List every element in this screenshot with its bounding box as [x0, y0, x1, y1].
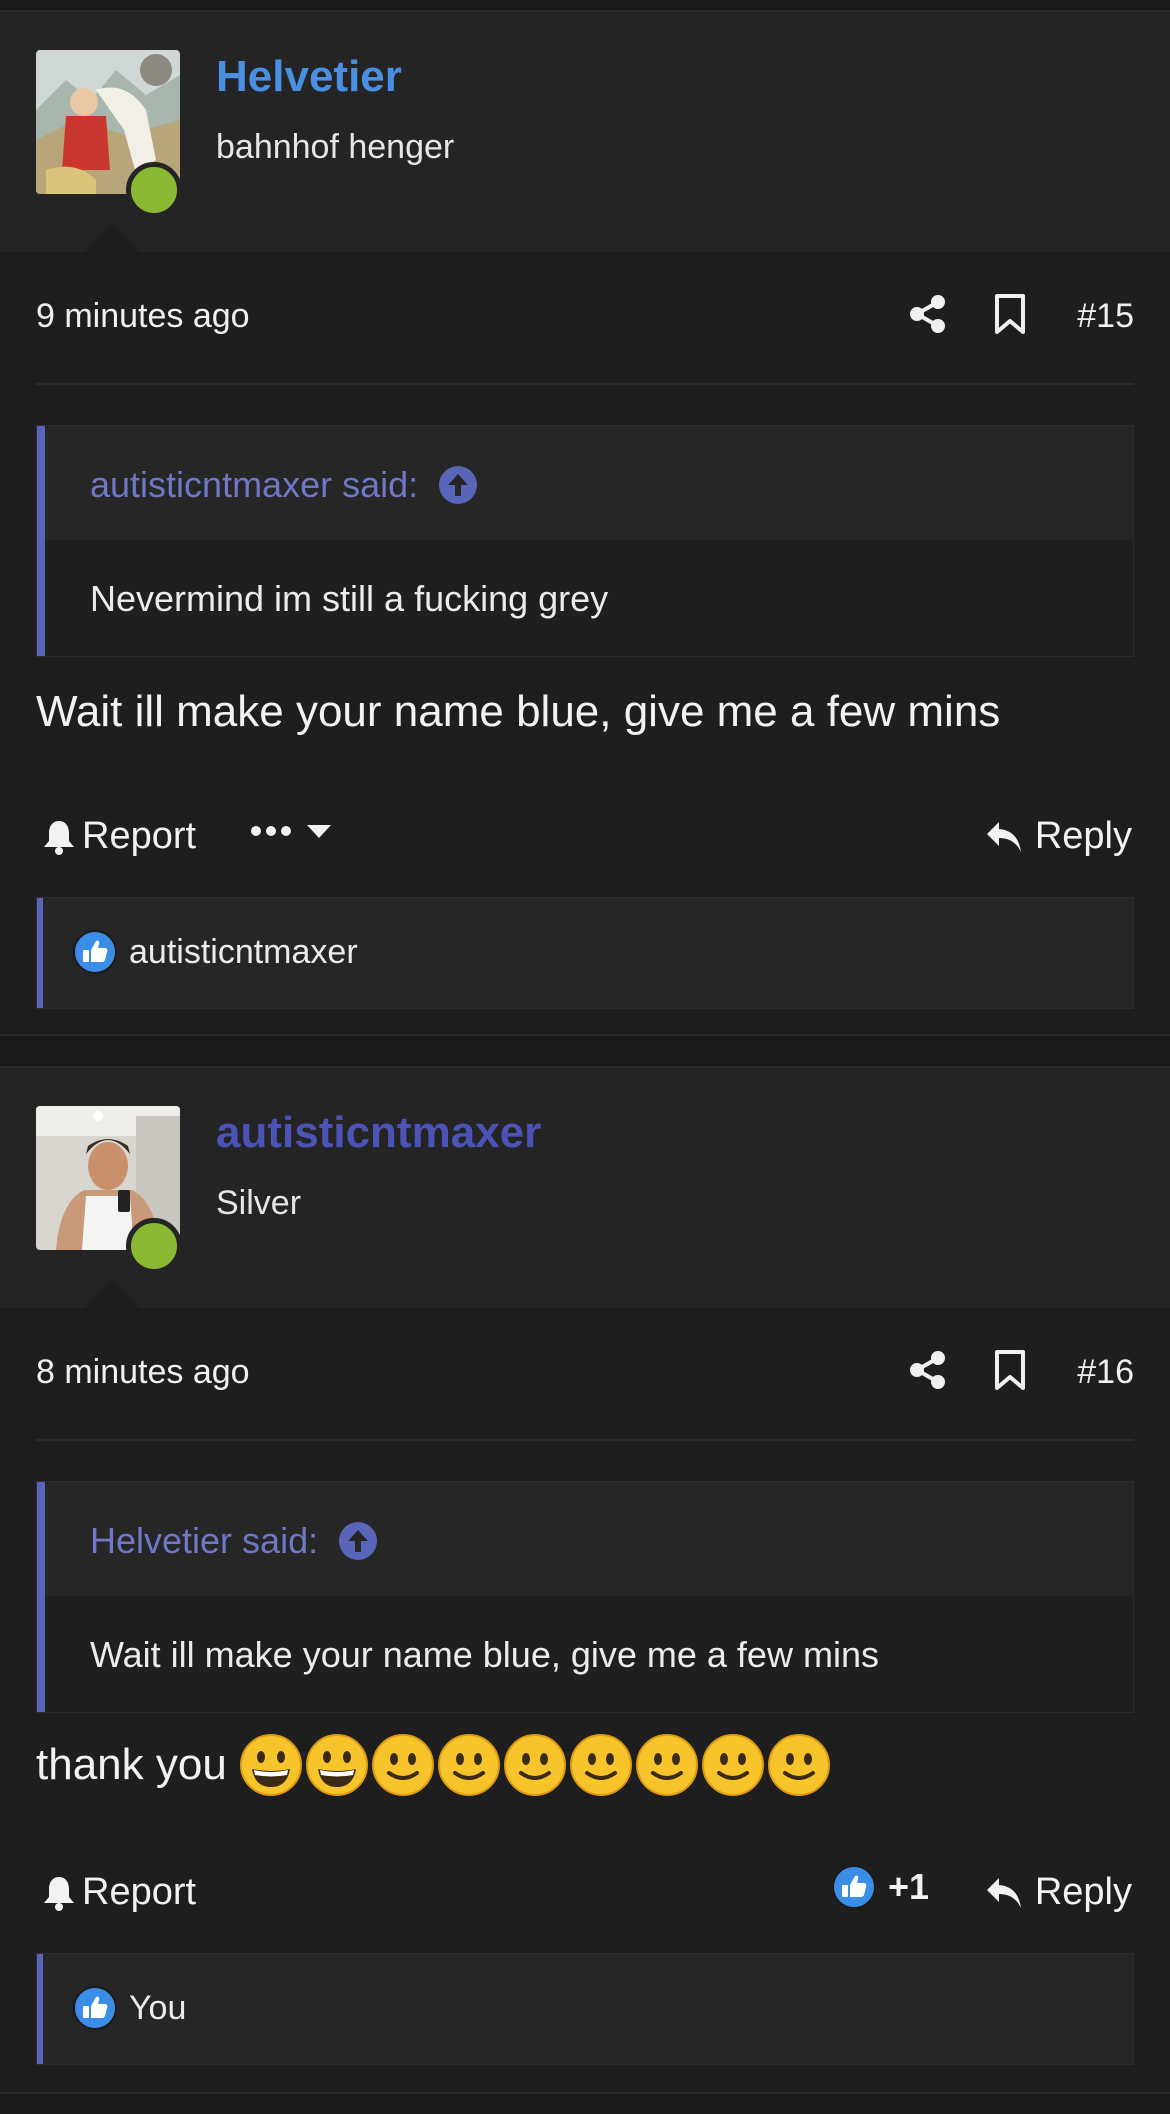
quote-header: autisticntmaxer said: — [45, 426, 1133, 540]
reply-button[interactable]: Reply — [985, 1871, 1132, 1914]
like-icon — [73, 1986, 117, 2030]
post-time[interactable]: 9 minutes ago — [36, 297, 250, 336]
report-button[interactable]: Report — [42, 1871, 196, 1914]
ellipsis-icon — [251, 826, 291, 836]
post-content: 9 minutes ago #15 autisticntmaxer said: … — [0, 255, 1170, 1034]
message-body: thank you — [36, 1740, 227, 1789]
username[interactable]: autisticntmaxer — [216, 1108, 541, 1158]
message-text: Wait ill make your name blue, give me a … — [36, 687, 1000, 737]
reactions-users[interactable]: You — [129, 1989, 186, 2028]
post-content: 8 minutes ago #16 Helvetier said: Wait i… — [0, 1311, 1170, 2092]
like-count: +1 — [888, 1866, 930, 1907]
online-status-dot — [126, 162, 182, 218]
user-title: Silver — [216, 1184, 302, 1222]
quote-author-label[interactable]: autisticntmaxer said: — [90, 464, 418, 506]
smiling-emoji-icon — [437, 1733, 501, 1797]
post-number[interactable]: #15 — [1077, 297, 1134, 336]
quote-text: Nevermind im still a fucking grey — [90, 578, 609, 619]
like-icon — [73, 930, 117, 974]
divider — [36, 383, 1134, 385]
reply-button[interactable]: Reply — [985, 815, 1132, 858]
report-label: Report — [82, 815, 197, 857]
smiling-emoji-icon — [701, 1733, 765, 1797]
quote-block: Helvetier said: Wait ill make your name … — [36, 1481, 1134, 1713]
post-separator — [0, 1034, 1170, 1068]
reactions-accent-bar — [37, 898, 43, 1008]
post-actions: Report Reply — [0, 795, 1170, 875]
user-bar-pointer — [82, 224, 142, 254]
user-title: bahnhof henger — [216, 128, 455, 166]
quote-body: Wait ill make your name blue, give me a … — [45, 1596, 1133, 1712]
caret-down-icon — [307, 825, 331, 838]
message-text: thank you — [36, 1733, 833, 1797]
quote-header: Helvetier said: — [45, 1482, 1133, 1596]
arrow-up-icon[interactable] — [438, 465, 478, 505]
bookmark-icon[interactable] — [992, 293, 1028, 335]
report-button[interactable]: Report — [42, 815, 196, 858]
reply-label: Reply — [1034, 1871, 1132, 1913]
post-actions: Report +1 Reply — [0, 1851, 1170, 1931]
reactions-accent-bar — [37, 1954, 43, 2064]
reactions-bar[interactable]: autisticntmaxer — [36, 897, 1134, 1009]
quote-block: autisticntmaxer said: Nevermind im still… — [36, 425, 1134, 657]
grinning-emoji-icon — [239, 1733, 303, 1797]
reply-icon — [985, 820, 1023, 854]
reactions-list: You — [73, 1986, 186, 2030]
report-label: Report — [82, 1871, 197, 1913]
message-body: Wait ill make your name blue, give me a … — [36, 687, 1001, 736]
bell-icon — [42, 1875, 76, 1911]
grinning-emoji-icon — [305, 1733, 369, 1797]
username[interactable]: Helvetier — [216, 52, 402, 102]
reactions-bar[interactable]: You — [36, 1953, 1134, 2065]
smiling-emoji-icon — [569, 1733, 633, 1797]
share-icon[interactable] — [908, 1349, 948, 1391]
bottom-divider — [0, 2092, 1170, 2114]
like-count-button[interactable]: +1 — [832, 1865, 929, 1909]
smiling-emoji-icon — [503, 1733, 567, 1797]
reply-label: Reply — [1034, 815, 1132, 857]
reactions-list: autisticntmaxer — [73, 930, 358, 974]
post-meta: 8 minutes ago #16 — [0, 1311, 1170, 1439]
quote-author[interactable]: autisticntmaxer said: — [90, 464, 478, 506]
more-options-button[interactable] — [250, 823, 332, 839]
smiling-emoji-icon — [635, 1733, 699, 1797]
quote-author-label[interactable]: Helvetier said: — [90, 1520, 318, 1562]
user-bar: Helvetier bahnhof henger — [0, 12, 1170, 254]
user-bar: autisticntmaxer Silver — [0, 1068, 1170, 1310]
reactions-users[interactable]: autisticntmaxer — [129, 933, 358, 972]
quote-author[interactable]: Helvetier said: — [90, 1520, 378, 1562]
bell-icon — [42, 819, 76, 855]
quote-accent-bar — [37, 426, 45, 656]
post-time[interactable]: 8 minutes ago — [36, 1353, 250, 1392]
post-15: Helvetier bahnhof henger 9 minutes ago #… — [0, 12, 1170, 1034]
arrow-up-icon[interactable] — [338, 1521, 378, 1561]
reply-icon — [985, 1876, 1023, 1910]
quote-text: Wait ill make your name blue, give me a … — [90, 1634, 879, 1675]
post-number[interactable]: #16 — [1077, 1353, 1134, 1392]
like-icon — [832, 1865, 876, 1909]
quote-body: Nevermind im still a fucking grey — [45, 540, 1133, 656]
divider — [36, 1439, 1134, 1441]
post-meta: 9 minutes ago #15 — [0, 255, 1170, 383]
smiling-emoji-icon — [371, 1733, 435, 1797]
user-bar-pointer — [82, 1280, 142, 1310]
emoji-row — [239, 1733, 833, 1797]
quote-accent-bar — [37, 1482, 45, 1712]
share-icon[interactable] — [908, 293, 948, 335]
bookmark-icon[interactable] — [992, 1349, 1028, 1391]
smiling-emoji-icon — [767, 1733, 831, 1797]
post-16: autisticntmaxer Silver 8 minutes ago #16… — [0, 1068, 1170, 2092]
online-status-dot — [126, 1218, 182, 1274]
